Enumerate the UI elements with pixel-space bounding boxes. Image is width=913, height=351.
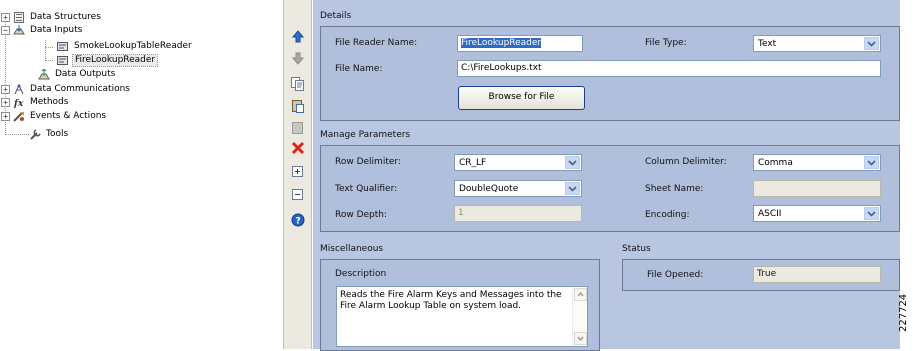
help-button[interactable]: ? [288,212,308,230]
expand-toggle[interactable]: + [1,85,10,94]
file-reader-name-label: File Reader Name: [335,38,418,48]
tree-connector [45,40,46,61]
tree-label: Methods [30,97,69,107]
paste-button[interactable] [288,98,308,116]
file-name-field[interactable]: C:\FireLookups.txt [457,60,881,77]
status-header: Status [622,244,651,254]
description-text: Reads the Fire Alarm Keys and Messages i… [340,290,562,311]
tree-item-fire-lookup-reader[interactable]: FireLookupReader [54,54,159,67]
scroll-down-button[interactable] [574,332,587,345]
column-delimiter-select[interactable]: Comma [753,154,881,171]
tree-label: SmokeLookupTableReader [74,41,192,51]
file-type-label: File Type: [645,38,687,48]
file-opened-label: File Opened: [647,270,704,280]
move-down-button[interactable] [288,51,308,69]
tree-item-data-communications[interactable]: + Data Communications [1,83,132,96]
svg-text:?: ? [296,216,301,226]
description-scrollbar[interactable] [572,287,587,346]
manage-parameters-header: Manage Parameters [320,130,411,140]
text-qualifier-label: Text Qualifier: [335,184,398,194]
row-depth-field[interactable]: 1 [454,205,582,222]
reader-icon [57,55,69,66]
methods-icon: fx [13,97,25,109]
tree-connector [45,60,53,61]
row-delimiter-label: Row Delimiter: [335,157,401,167]
tree-item-data-outputs[interactable]: Data Outputs [26,68,117,81]
chevron-down-icon[interactable] [864,37,879,50]
properties-panel: Details File Reader Name: FireLookupRead… [313,0,900,351]
delete-x-icon [291,141,305,158]
tree-label: Tools [46,129,69,139]
vertical-toolbar: ? [283,0,312,349]
file-reader-name-field[interactable]: FireLookupReader [457,35,583,52]
events-actions-icon [13,111,25,122]
copy-icon [291,76,305,94]
tree-item-data-inputs[interactable]: − Data Inputs [1,24,84,37]
tree-item-smoke-lookup-reader[interactable]: SmokeLookupTableReader [54,40,194,53]
expand-toggle[interactable]: + [1,112,10,121]
tree-item-methods[interactable]: + fx Methods [1,96,70,109]
description-label: Description [335,269,387,279]
data-inputs-icon [13,25,25,36]
miscellaneous-group: Description Reads the Fire Alarm Keys an… [320,259,600,351]
expand-toggle[interactable]: + [1,13,10,22]
manage-parameters-group: Row Delimiter: CR_LF Column Delimiter: C… [320,145,900,232]
tree-view[interactable]: + Data Structures − Data Inputs SmokeLoo… [0,0,280,349]
reader-icon [57,41,69,52]
row-depth-label: Row Depth: [335,210,388,220]
column-delimiter-label: Column Delimiter: [645,157,727,167]
move-up-button[interactable] [288,29,308,47]
sheet-name-field[interactable] [753,180,881,197]
copy-button[interactable] [288,76,308,94]
svg-text:fx: fx [13,99,24,108]
tree-item-data-structures[interactable]: + Data Structures [1,11,103,24]
tree-label: Events & Actions [30,111,107,121]
description-textarea[interactable]: Reads the Fire Alarm Keys and Messages i… [336,286,588,347]
file-type-select[interactable]: Text [753,35,881,52]
delete-button[interactable] [288,140,308,158]
expand-toggle[interactable]: + [1,98,10,107]
expand-all-button[interactable] [288,164,308,182]
tree-item-tools[interactable]: Tools [26,128,70,141]
details-group: File Reader Name: FireLookupReader File … [320,26,900,121]
data-structures-icon [13,12,25,23]
encoding-select[interactable]: ASCII [753,205,881,222]
tree-label: Data Structures [30,12,101,22]
miscellaneous-header: Miscellaneous [320,244,384,254]
collapse-all-button[interactable] [288,187,308,205]
tree-label: Data Inputs [30,25,83,35]
data-outputs-icon [38,68,50,80]
file-name-label: File Name: [335,64,383,74]
collapse-icon [292,188,304,204]
browse-for-file-button[interactable]: Browse for File [458,86,585,110]
expand-icon [292,165,304,181]
scroll-up-button[interactable] [574,288,587,301]
tree-connector [45,47,53,48]
help-icon: ? [291,213,305,230]
encoding-label: Encoding: [645,210,690,220]
cut-button[interactable] [288,120,308,138]
cut-icon [291,121,305,138]
collapse-toggle[interactable]: − [1,26,10,35]
arrow-up-icon [291,30,305,46]
row-delimiter-select[interactable]: CR_LF [454,154,582,171]
tools-icon [29,129,41,140]
details-header: Details [320,11,352,21]
arrow-down-icon [291,52,305,68]
tree-label: Data Communications [30,84,130,94]
figure-id: 227724 [898,293,909,332]
chevron-down-icon[interactable] [565,182,580,195]
tree-item-events-actions[interactable]: + Events & Actions [1,110,108,123]
tree-label: FireLookupReader [72,54,159,67]
text-qualifier-select[interactable]: DoubleQuote [454,180,582,197]
sheet-name-label: Sheet Name: [645,184,704,194]
data-communications-icon [13,83,25,95]
chevron-down-icon[interactable] [864,156,879,169]
chevron-down-icon[interactable] [565,156,580,169]
tree-label: Data Outputs [55,69,116,79]
status-group: File Opened: True [622,259,900,291]
file-opened-field: True [753,266,881,283]
paste-icon [291,99,305,116]
chevron-down-icon[interactable] [864,207,879,220]
